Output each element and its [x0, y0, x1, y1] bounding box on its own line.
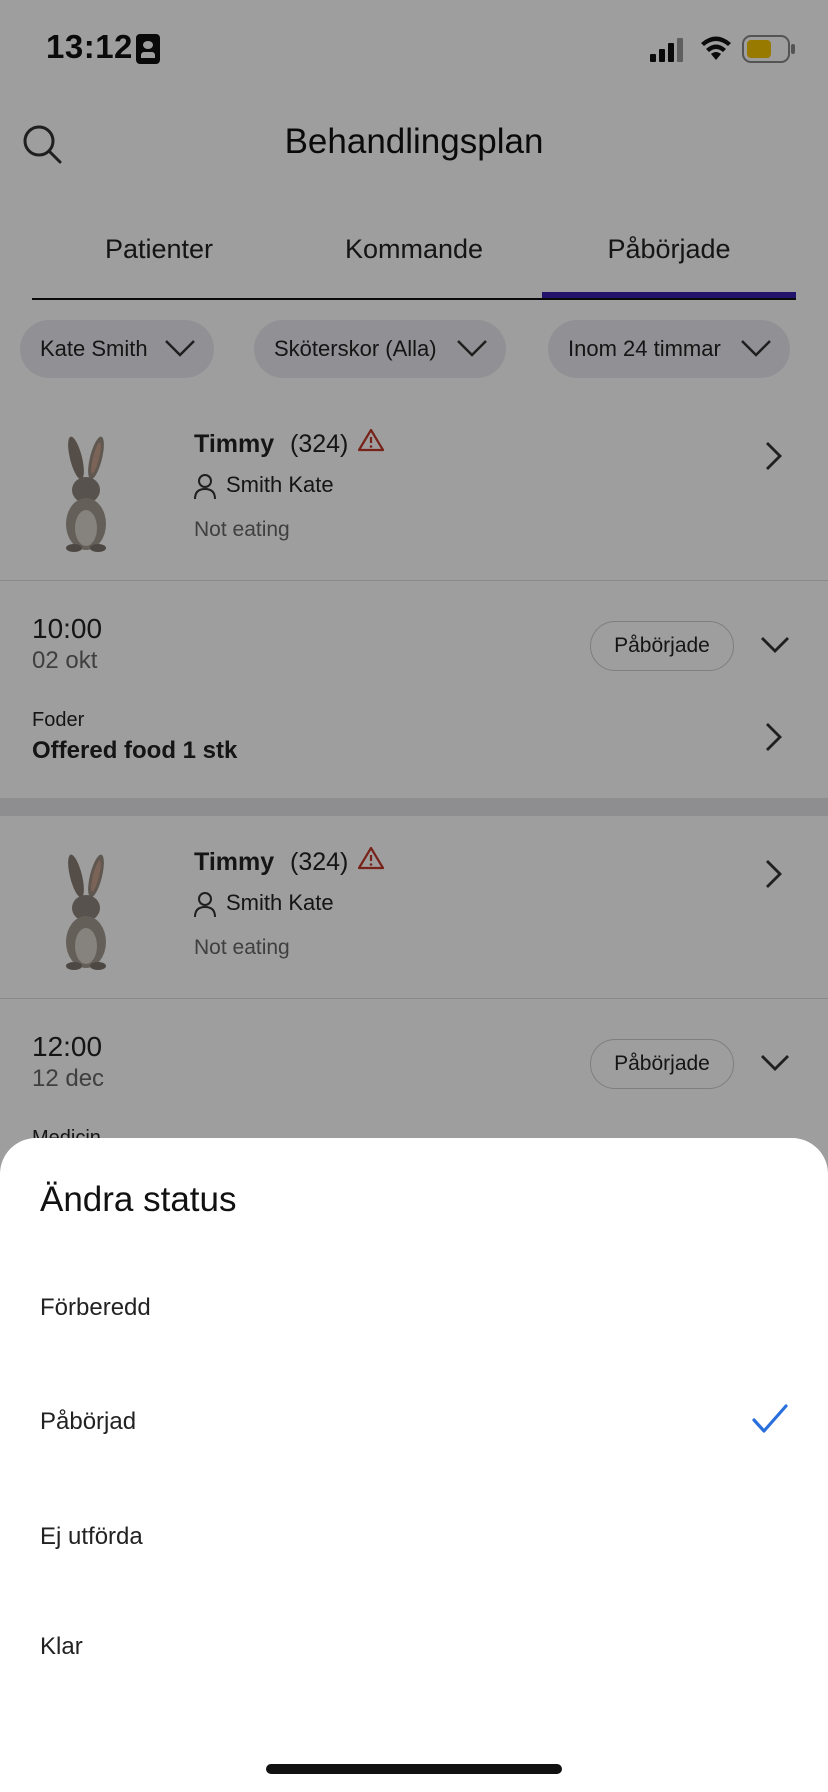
checkmark-icon [752, 1404, 788, 1433]
status-option-klar[interactable]: Klar [0, 1597, 828, 1707]
status-option-label: Påbörjad [40, 1408, 137, 1435]
change-status-sheet: Ändra status Förberedd Påbörjad Ej utför… [0, 1138, 828, 1792]
home-indicator[interactable] [266, 1764, 562, 1774]
status-option-label: Ej utförda [40, 1523, 143, 1550]
sheet-title: Ändra status [40, 1180, 237, 1219]
status-option-forberedd[interactable]: Förberedd [0, 1258, 828, 1368]
status-option-label: Klar [40, 1633, 83, 1660]
status-option-ej-utforda[interactable]: Ej utförda [0, 1487, 828, 1597]
status-option-label: Förberedd [40, 1294, 151, 1321]
status-option-paborjad[interactable]: Påbörjad [0, 1372, 828, 1482]
